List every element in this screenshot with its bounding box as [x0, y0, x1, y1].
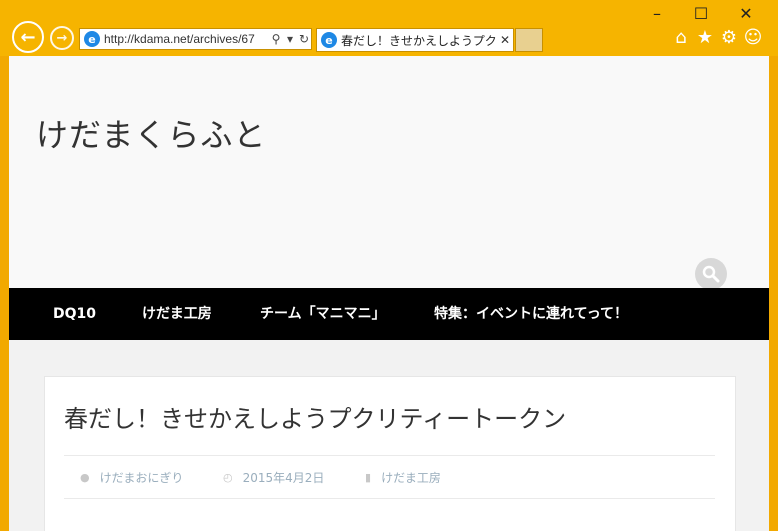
gear-icon[interactable]: ⚙: [719, 28, 739, 48]
clock-icon: ◴: [223, 471, 233, 484]
maximize-button[interactable]: ☐: [686, 4, 716, 24]
home-icon[interactable]: ⌂: [671, 28, 691, 48]
ie-logo-icon: e: [321, 32, 337, 48]
site-header: けだまくらふと: [9, 56, 769, 290]
nav-item-dq10[interactable]: DQ10: [53, 288, 96, 340]
nav-item-team-manimani[interactable]: チーム「マニマニ」: [260, 288, 386, 340]
main-nav: DQ10 けだま工房 チーム「マニマニ」 特集：イベントに連れてって！: [9, 288, 769, 340]
nav-item-event-feature[interactable]: 特集：イベントに連れてって！: [434, 288, 628, 340]
date-text[interactable]: 2015年4月2日: [243, 469, 325, 486]
bookmark-icon: ▮: [365, 471, 372, 484]
star-icon[interactable]: ★: [695, 28, 715, 48]
article-title[interactable]: 春だし！きせかえしようプクリティートークン: [64, 399, 566, 434]
search-icon[interactable]: ⚲: [269, 32, 283, 46]
close-icon[interactable]: ✕: [497, 33, 513, 47]
category-link[interactable]: けだま工房: [381, 469, 441, 486]
article-date: ◴ 2015年4月2日: [223, 469, 324, 486]
browser-titlebar: – ☐ ✕ ← → e http://kdama.net/archives/67…: [0, 0, 778, 56]
divider: [64, 498, 715, 499]
article-card: 春だし！きせかえしようプクリティートークン ● けだまおにぎり ◴ 2015年4…: [44, 376, 736, 531]
chevron-down-icon[interactable]: ▾: [283, 32, 297, 46]
back-arrow-icon: ←: [20, 26, 36, 48]
forward-arrow-icon: →: [56, 30, 68, 46]
forward-button[interactable]: →: [50, 26, 74, 50]
back-button[interactable]: ←: [12, 21, 44, 53]
article-category: ▮ けだま工房: [365, 469, 441, 486]
divider: [64, 455, 715, 456]
nav-item-kedama-koubou[interactable]: けだま工房: [142, 288, 212, 340]
author-link[interactable]: けだまおにぎり: [100, 469, 184, 486]
url-text[interactable]: http://kdama.net/archives/67: [104, 32, 269, 46]
article-author: ● けだまおにぎり: [80, 469, 183, 486]
new-tab-button[interactable]: [515, 28, 543, 52]
browser-window: – ☐ ✕ ← → e http://kdama.net/archives/67…: [0, 0, 778, 531]
close-window-button[interactable]: ✕: [731, 4, 761, 24]
tab-title: 春だし！きせかえしようプクリティ...: [341, 33, 497, 48]
tab-active[interactable]: e 春だし！きせかえしようプクリティ... ✕: [316, 28, 514, 52]
ie-logo-icon: e: [84, 31, 100, 47]
minimize-button[interactable]: –: [642, 4, 672, 24]
search-icon: [702, 265, 720, 283]
refresh-icon[interactable]: ↻: [297, 32, 311, 46]
address-bar[interactable]: e http://kdama.net/archives/67 ⚲ ▾ ↻: [79, 28, 312, 50]
user-icon: ●: [80, 471, 90, 484]
site-title[interactable]: けだまくらふと: [36, 110, 266, 156]
site-search-button[interactable]: [695, 258, 727, 290]
page-viewport: けだまくらふと DQ10 けだま工房 チーム「マニマニ」 特集：イベントに連れて…: [9, 56, 769, 531]
smiley-icon[interactable]: ☺: [743, 28, 763, 48]
